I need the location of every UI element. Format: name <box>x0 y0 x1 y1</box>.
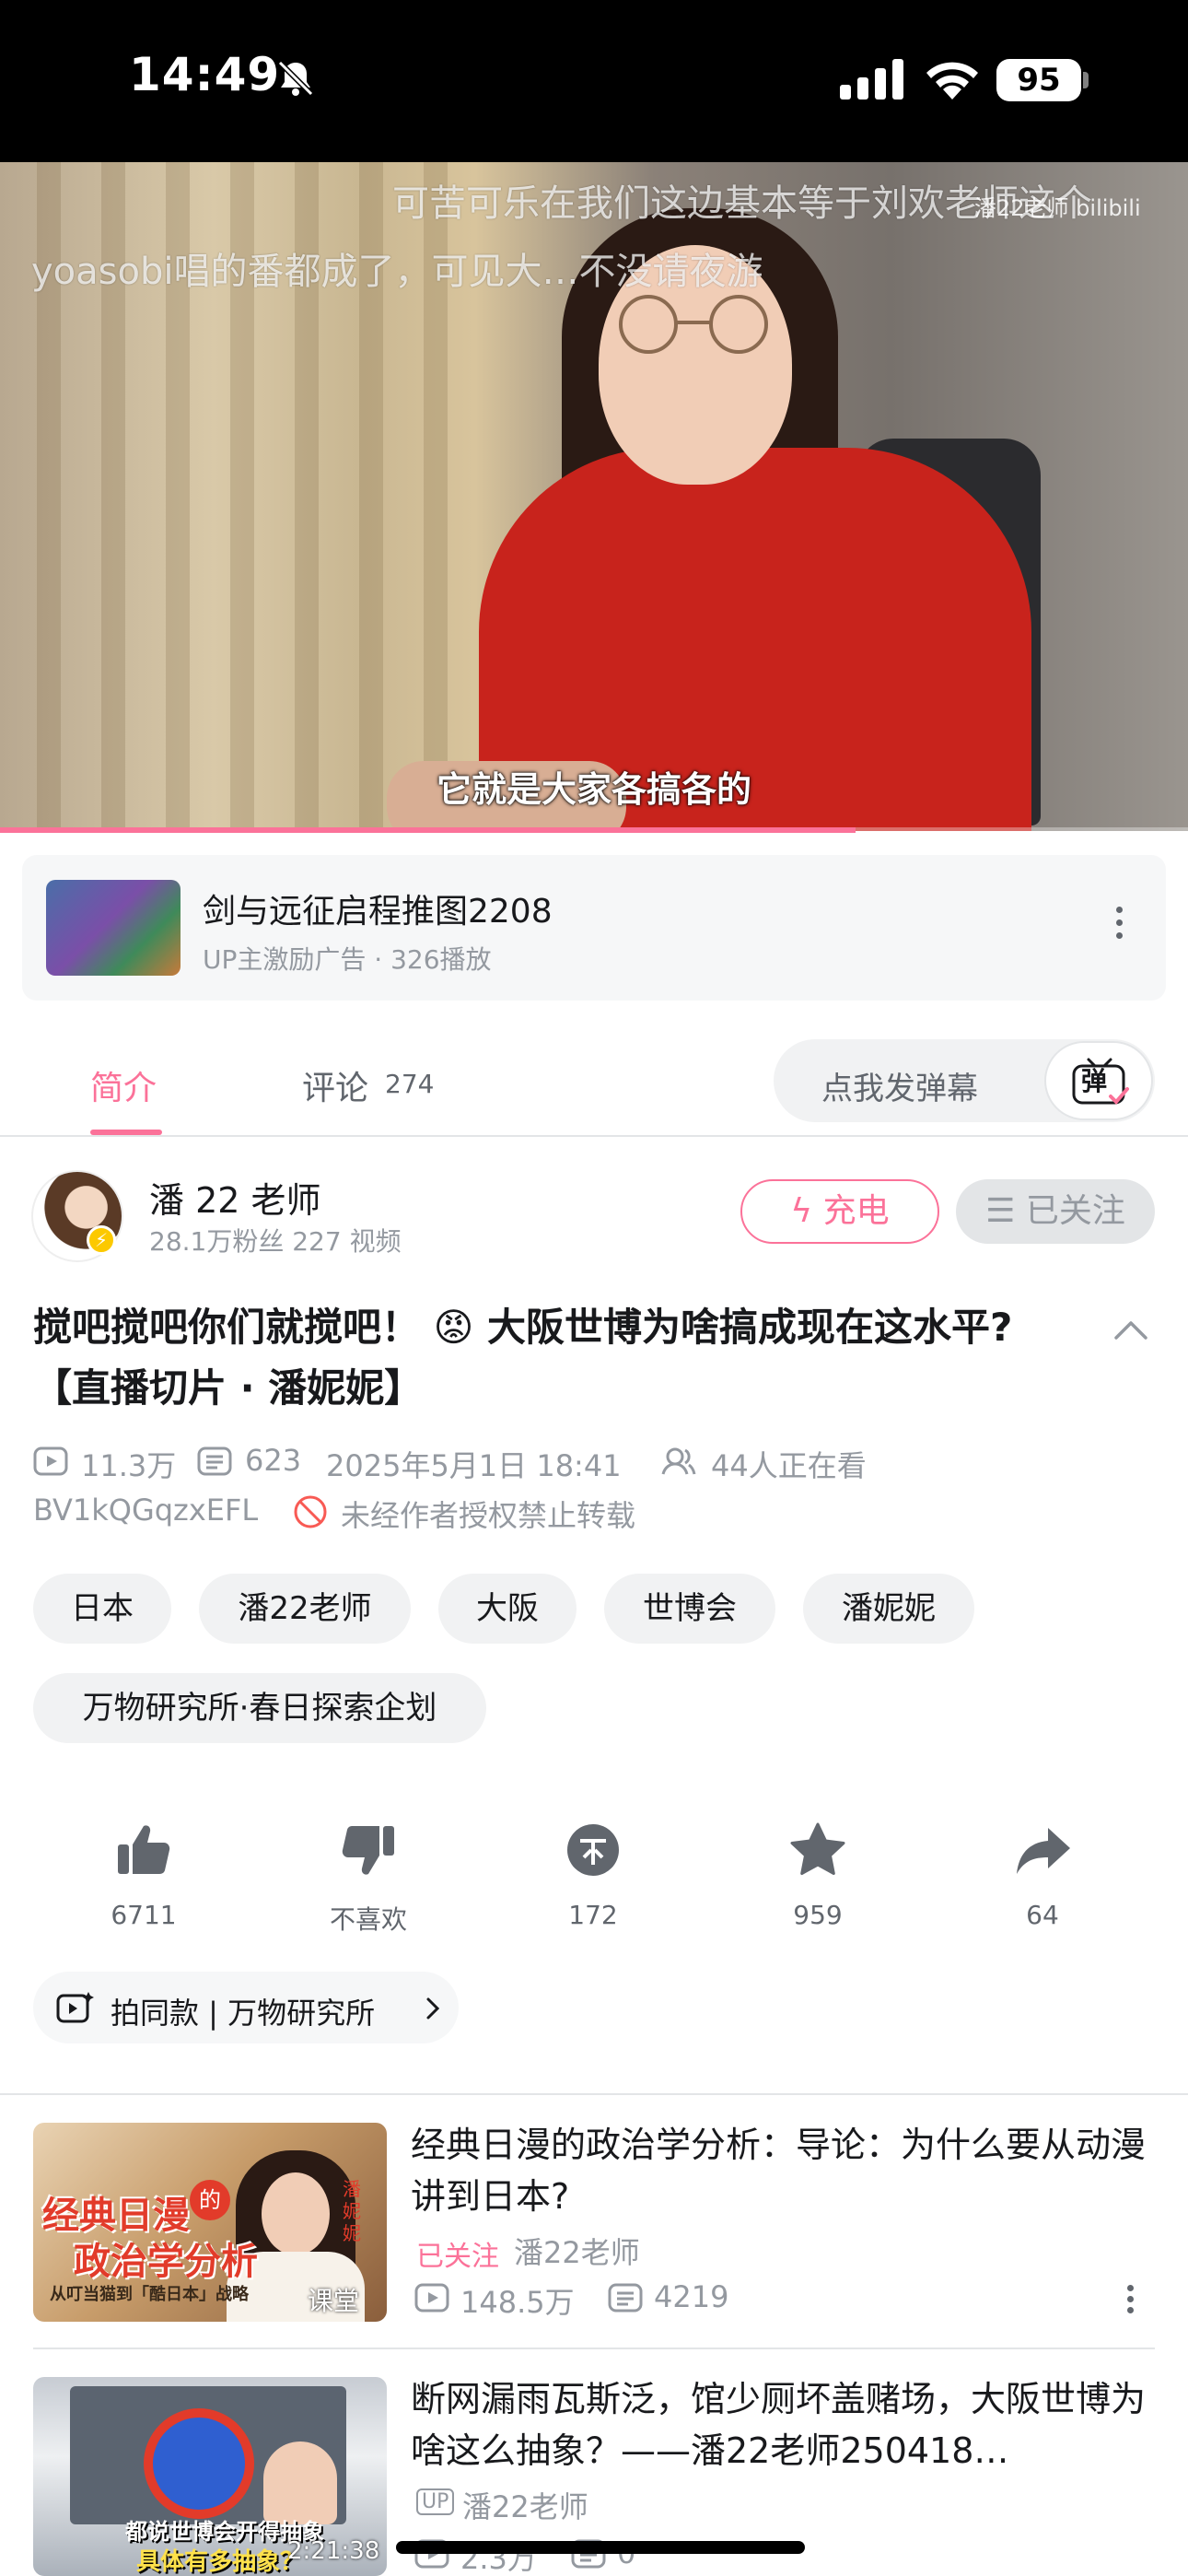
tab-intro[interactable]: 简介 <box>90 1061 157 1109</box>
more-options-icon[interactable] <box>1116 907 1124 943</box>
uploader-name[interactable]: 潘 22 老师 <box>149 1172 321 1223</box>
shoot-same-label: 拍同款 | 万物研究所 <box>111 1996 376 2031</box>
list-divider <box>33 2348 1155 2349</box>
related-title: 经典日漫的政治学分析：导论：为什么要从动漫讲到日本? <box>411 2125 1147 2217</box>
video-progress-fill <box>0 827 856 833</box>
coin-button[interactable]: 172 <box>538 1821 648 1930</box>
danmaku-count-icon <box>197 1446 232 1476</box>
thumb-text: 具体有多抽象？ <box>136 2548 305 2576</box>
related-title: 断网漏雨瓦斯泛，馆少厕坏盖赌场，大阪世博为啥这么抽象？——潘22老师250418… <box>411 2379 1147 2471</box>
battery-level: 95 <box>996 59 1081 101</box>
share-count: 64 <box>1026 1900 1059 1930</box>
danmaku-count-icon <box>608 2283 643 2313</box>
thumb-corner-label: 课堂 <box>308 2286 360 2316</box>
star-icon <box>790 1822 845 1875</box>
coin-icon <box>567 1824 619 1876</box>
related-uploader: 潘22老师 <box>462 2489 588 2524</box>
tag-chip[interactable]: 潘22老师 <box>199 1574 411 1644</box>
publish-date: 2025年5月1日 18:41 <box>326 1448 622 1483</box>
up-badge: UP <box>416 2488 455 2515</box>
verified-badge-icon: ⚡ <box>87 1225 116 1255</box>
view-count: 11.3万 <box>81 1448 177 1483</box>
video-player[interactable]: 可苦可乐在我们这边基本等于刘欢老师这个 yoasobi唱的番都成了，可见大…不没… <box>0 162 1188 831</box>
danmaku-toggle-button[interactable]: 弹 <box>1044 1041 1153 1120</box>
ad-subtitle: UP主激励广告 · 326播放 <box>203 944 492 975</box>
related-uploader: 潘22老师 <box>514 2235 640 2270</box>
watching-icon <box>661 1447 696 1475</box>
lightning-icon: ϟ <box>790 1192 813 1230</box>
no-repost-icon <box>294 1495 327 1528</box>
camera-sparkle-icon <box>56 1992 94 2023</box>
shoot-same-button[interactable]: 拍同款 | 万物研究所 <box>33 1972 459 2043</box>
section-divider <box>0 2093 1188 2095</box>
active-tab-indicator <box>90 1130 162 1135</box>
share-arrow-icon <box>1017 1828 1070 1874</box>
charge-button[interactable]: ϟ 充电 <box>740 1179 939 1244</box>
tag-chip[interactable]: 世博会 <box>604 1574 775 1644</box>
danmaku-comment: yoasobi唱的番都成了，可见大…不没请夜游 <box>31 251 763 293</box>
related-video-card[interactable]: 经典日漫 的 政治学分析 从叮当猫到「酷日本」战略 潘妮妮 课堂 经典日漫的政治… <box>0 2119 1188 2340</box>
thumb-caption: 从叮当猫到「酷日本」战略 <box>50 2285 249 2304</box>
video-subtitle: 它就是大家各搞各的 <box>436 769 751 810</box>
play-count-icon <box>414 2283 449 2313</box>
wifi-icon <box>926 62 978 100</box>
thumbs-up-icon <box>118 1825 170 1874</box>
like-button[interactable]: 6711 <box>88 1821 199 1930</box>
cellular-signal-icon <box>840 59 903 100</box>
ad-card[interactable]: 剑与远征启程推图2208 UP主激励广告 · 326播放 <box>22 855 1166 1001</box>
follow-button[interactable]: ☰ 已关注 <box>956 1179 1155 1244</box>
video-person-glasses <box>619 295 768 354</box>
danmaku-placeholder: 点我发弹幕 <box>821 1071 978 1107</box>
followed-badge: 已关注 <box>416 2241 499 2273</box>
thumb-name: 潘妮妮 <box>343 2178 361 2244</box>
chevron-right-icon <box>426 1997 440 2020</box>
play-count-icon <box>33 1446 68 1476</box>
dislike-label: 不喜欢 <box>329 1904 407 1935</box>
favorite-button[interactable]: 959 <box>763 1821 873 1930</box>
comment-count: 274 <box>385 1069 435 1099</box>
battery-tip <box>1083 72 1089 88</box>
share-button[interactable]: 64 <box>987 1821 1098 1930</box>
video-watermark: 潘22老师 bilibili <box>974 195 1141 221</box>
ad-title: 剑与远征启程推图2208 <box>203 893 553 931</box>
tag-chip[interactable]: 万物研究所·春日探索企划 <box>33 1673 486 1743</box>
tag-chip[interactable]: 潘妮妮 <box>803 1574 974 1644</box>
tag-chip[interactable]: 大阪 <box>438 1574 577 1644</box>
dislike-button[interactable]: 不喜欢 <box>313 1821 424 1937</box>
thumb-text: 的 <box>190 2180 230 2220</box>
bell-muted-icon <box>277 60 314 97</box>
uploader-stats: 28.1万粉丝 227 视频 <box>149 1226 402 1257</box>
tab-bar: 简介 评论 274 点我发弹幕 弹 <box>0 1025 1188 1137</box>
tab-comments[interactable]: 评论 <box>302 1061 368 1109</box>
related-thumbnail: 经典日漫 的 政治学分析 从叮当猫到「酷日本」战略 潘妮妮 课堂 <box>33 2123 387 2322</box>
like-count: 6711 <box>111 1900 177 1930</box>
tag-chip[interactable]: 日本 <box>33 1574 171 1644</box>
more-options-icon[interactable] <box>1127 2285 1135 2316</box>
coin-count: 172 <box>568 1900 618 1930</box>
favorite-count: 959 <box>793 1900 843 1930</box>
danmaku-input[interactable]: 点我发弹幕 弹 <box>774 1039 1155 1122</box>
up-badge-label: UP <box>416 2488 455 2515</box>
video-duration: 2:21:38 <box>287 2537 380 2565</box>
chevron-up-icon[interactable] <box>1112 1316 1149 1343</box>
ad-thumbnail <box>46 880 181 976</box>
copyright-notice: 未经作者授权禁止转载 <box>341 1498 636 1533</box>
watching-count: 44人正在看 <box>711 1448 867 1483</box>
bvid[interactable]: BV1kQGqzxEFL <box>33 1493 258 1528</box>
thumb-text: 政治学分析 <box>74 2241 258 2283</box>
thumbs-down-icon <box>342 1826 394 1875</box>
home-indicator[interactable] <box>396 2541 805 2554</box>
status-bar: 14:49 95 <box>0 0 1188 162</box>
related-thumbnail: 都说世博会开得抽象 具体有多抽象？ 2:21:38 <box>33 2377 387 2576</box>
related-views: 148.5万 <box>460 2285 575 2320</box>
charge-label: 充电 <box>822 1192 890 1230</box>
danmaku-button-label: 弹 <box>1081 1066 1108 1096</box>
related-danmaku: 4219 <box>654 2279 729 2314</box>
danmaku-count: 623 <box>245 1443 302 1478</box>
video-title: 搅吧搅吧你们就搅吧！ 😡 大阪世博为啥搞成现在这水平?【直播切片 · 潘妮妮】 <box>33 1305 1013 1411</box>
status-time: 14:49 <box>129 48 281 101</box>
